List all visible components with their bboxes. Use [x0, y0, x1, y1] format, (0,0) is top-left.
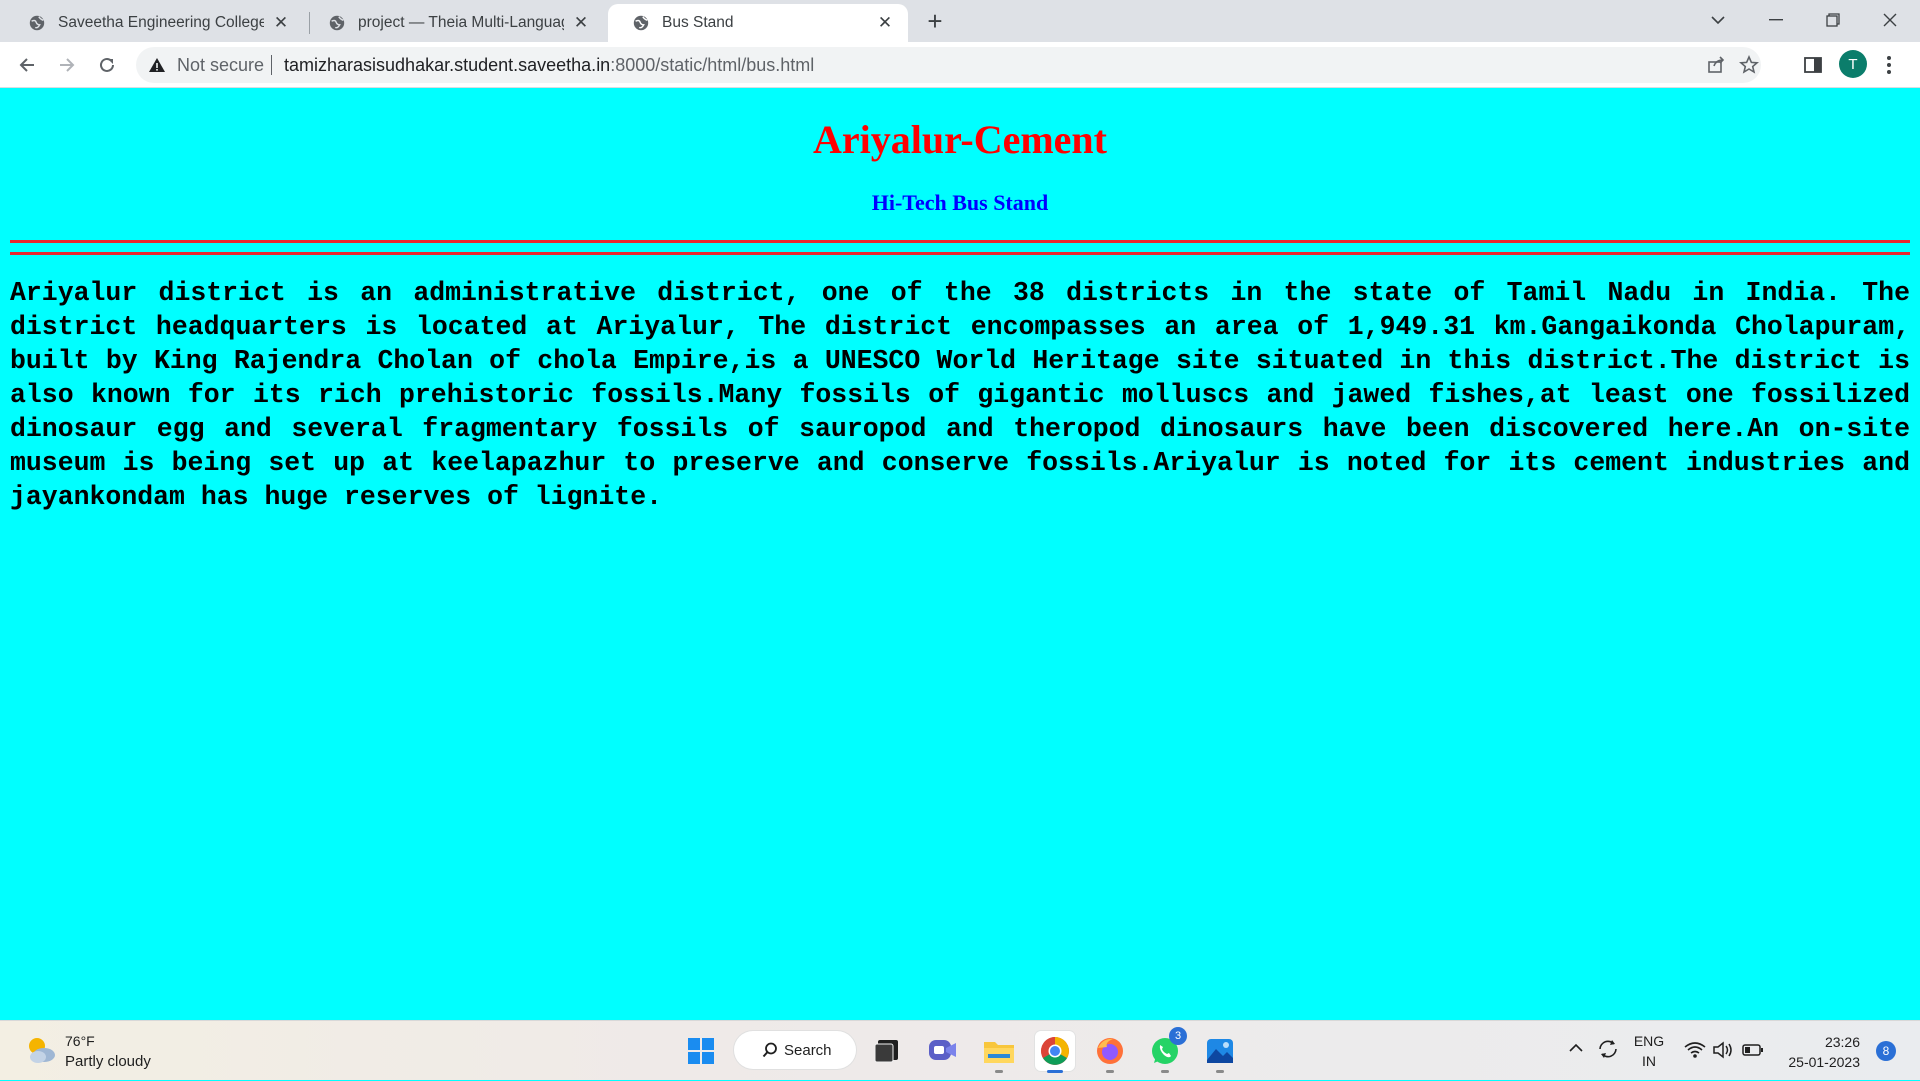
- share-icon[interactable]: [1706, 55, 1726, 75]
- minimize-button[interactable]: [1748, 0, 1804, 40]
- tab-title: Saveetha Engineering College: [58, 14, 264, 31]
- back-button[interactable]: [11, 49, 43, 81]
- teams-chat-button[interactable]: [923, 1031, 963, 1071]
- url-text[interactable]: tamizharasisudhakar.student.saveetha.in:…: [284, 55, 814, 76]
- restore-button[interactable]: [1805, 0, 1861, 40]
- close-window-button[interactable]: [1862, 0, 1918, 40]
- close-tab-icon[interactable]: ✕: [570, 12, 592, 34]
- search-label: Search: [784, 1041, 832, 1059]
- task-view-button[interactable]: [867, 1031, 907, 1071]
- photos-button[interactable]: [1200, 1031, 1240, 1073]
- windows-icon: [688, 1038, 714, 1064]
- chevron-down-icon: [1711, 16, 1725, 25]
- web-page: Ariyalur-Cement Hi-Tech Bus Stand Ariyal…: [0, 88, 1920, 1020]
- active-indicator: [1047, 1070, 1063, 1073]
- globe-icon: [29, 15, 45, 31]
- battery-icon[interactable]: [1742, 1043, 1764, 1057]
- folder-icon: [984, 1042, 1014, 1063]
- chat-icon: [929, 1040, 956, 1060]
- tab-search-button[interactable]: [1690, 0, 1746, 40]
- menu-dots-icon[interactable]: [1885, 55, 1893, 75]
- firefox-icon: [1097, 1038, 1123, 1064]
- search-icon: [762, 1042, 777, 1058]
- weather-description: Partly cloudy: [65, 1053, 151, 1070]
- globe-icon: [633, 15, 649, 31]
- restore-icon: [1826, 13, 1840, 27]
- close-tab-icon[interactable]: ✕: [270, 12, 292, 34]
- tab-bus-stand[interactable]: Bus Stand ✕: [608, 4, 908, 42]
- arrow-left-icon: [19, 58, 34, 72]
- tab-title: project — Theia Multi-Language: [358, 14, 564, 31]
- profile-avatar[interactable]: T: [1839, 50, 1867, 78]
- chevron-up-icon[interactable]: [1568, 1043, 1584, 1053]
- minimize-icon: [1769, 19, 1783, 21]
- district-paragraph: Ariyalur district is an administrative d…: [10, 278, 1910, 512]
- page-subheading: Hi-Tech Bus Stand: [871, 190, 1049, 215]
- not-secure-label[interactable]: Not secure: [177, 55, 264, 76]
- speaker-icon[interactable]: [1712, 1041, 1734, 1059]
- divider-line: [10, 252, 1910, 255]
- start-button[interactable]: [681, 1031, 721, 1071]
- file-explorer-button[interactable]: [979, 1031, 1019, 1073]
- running-indicator: [1161, 1070, 1169, 1073]
- wifi-icon[interactable]: [1684, 1041, 1706, 1059]
- task-view-icon: [874, 1040, 898, 1063]
- tab-theia[interactable]: project — Theia Multi-Language ✕: [304, 4, 604, 42]
- notification-badge: 3: [1169, 1027, 1187, 1045]
- chrome-icon: [1041, 1037, 1069, 1065]
- chrome-button[interactable]: [1035, 1031, 1075, 1073]
- firefox-button[interactable]: [1090, 1031, 1130, 1073]
- taskbar-search[interactable]: Search: [734, 1031, 856, 1069]
- tab-title: Bus Stand: [662, 14, 734, 31]
- divider-line: [10, 240, 1910, 243]
- tab-strip: Saveetha Engineering College ✕ project —…: [0, 0, 1920, 42]
- new-tab-button[interactable]: +: [922, 6, 948, 36]
- browser-toolbar: Not secure tamizharasisudhakar.student.s…: [0, 42, 1920, 88]
- clock[interactable]: 23:26 25-01-2023: [1770, 1032, 1860, 1072]
- language-indicator[interactable]: ENG IN: [1630, 1031, 1668, 1071]
- running-indicator: [1216, 1070, 1224, 1073]
- reload-icon: [100, 57, 114, 72]
- taskbar: 76°F Partly cloudy Search 3 ENG IN 23:26…: [0, 1020, 1920, 1080]
- weather-temperature: 76°F: [65, 1033, 95, 1049]
- star-icon[interactable]: [1739, 55, 1759, 75]
- divider: [271, 55, 272, 75]
- warning-icon[interactable]: [148, 56, 166, 74]
- running-indicator: [1106, 1070, 1114, 1073]
- forward-button[interactable]: [51, 49, 83, 81]
- page-heading: Ariyalur-Cement: [813, 117, 1107, 162]
- reload-button[interactable]: [91, 49, 123, 81]
- address-bar[interactable]: Not secure tamizharasisudhakar.student.s…: [136, 47, 1761, 83]
- side-panel-icon[interactable]: [1803, 55, 1823, 75]
- whatsapp-button[interactable]: 3: [1145, 1027, 1187, 1073]
- globe-icon: [329, 15, 345, 31]
- arrow-right-icon: [60, 58, 75, 72]
- photos-icon: [1207, 1039, 1233, 1063]
- tab-saveetha[interactable]: Saveetha Engineering College ✕: [4, 4, 304, 42]
- language-code: ENG: [1633, 1033, 1665, 1049]
- url-path: :8000/static/html/bus.html: [610, 55, 815, 75]
- clock-time: 23:26: [1824, 1034, 1860, 1050]
- notification-count-badge[interactable]: 8: [1876, 1041, 1896, 1061]
- partly-cloudy-icon: [29, 1038, 55, 1063]
- close-icon: [1883, 13, 1897, 27]
- running-indicator: [995, 1070, 1003, 1073]
- url-host: tamizharasisudhakar.student.saveetha.in: [284, 55, 611, 75]
- sync-icon[interactable]: [1596, 1037, 1620, 1061]
- clock-date: 25-01-2023: [1788, 1054, 1860, 1070]
- weather-widget[interactable]: 76°F Partly cloudy: [14, 1021, 164, 1081]
- close-tab-icon[interactable]: ✕: [874, 12, 896, 34]
- region-code: IN: [1642, 1053, 1656, 1069]
